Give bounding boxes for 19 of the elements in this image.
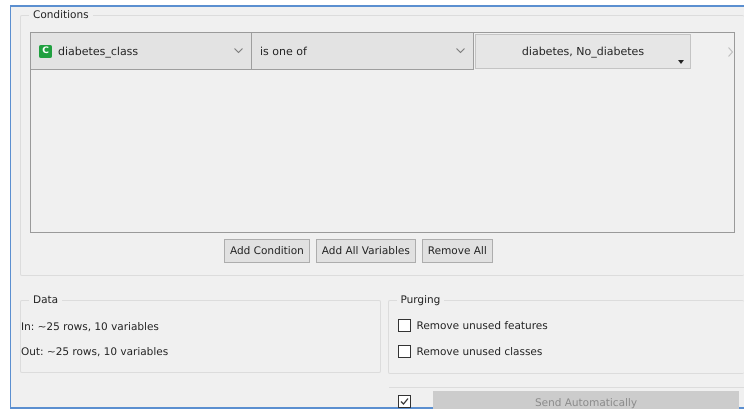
variable-dropdown[interactable]: C diabetes_class [31,33,252,70]
action-button[interactable]: Remove All [422,239,493,263]
checkbox-label: Remove unused classes [416,346,542,358]
chevron-down-icon [234,48,243,54]
group-title: Purging [396,293,444,307]
data-summary-text: Out: ~25 rows, 10 variables [21,346,170,359]
checkbox[interactable] [398,345,410,358]
action-button[interactable]: Add Condition [224,239,310,263]
checkbox[interactable] [398,319,410,332]
checkbox-label: Remove unused features [416,320,548,332]
value-dropdown[interactable]: diabetes, No_diabetes [475,34,691,69]
chevron-down-icon [456,48,465,54]
action-button[interactable]: Add All Variables [316,239,416,263]
data-summary-text: In: ~25 rows, 10 variables [21,321,160,334]
dropdown-arrow-icon [678,60,684,64]
operator-label: is one of [260,44,308,58]
variable-name: diabetes_class [58,44,140,58]
operator-dropdown[interactable]: is one of [252,33,474,70]
variable-type-icon: C [39,44,52,58]
